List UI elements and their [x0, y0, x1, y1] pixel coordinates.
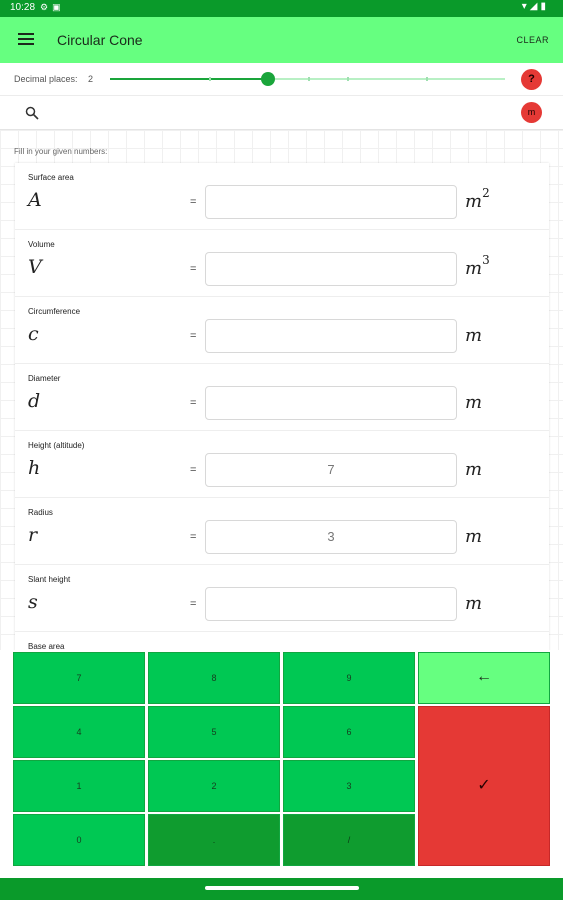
slider-tick — [307, 77, 310, 81]
status-left-icons: ⚙▣ — [40, 2, 65, 13]
slider-tick — [426, 77, 428, 81]
equals-sign: = — [190, 196, 197, 208]
equals-sign: = — [190, 397, 197, 409]
backspace-button[interactable]: ← — [418, 652, 550, 704]
wifi-icon: ▾ — [521, 1, 530, 12]
slider-fill — [110, 78, 268, 80]
key-7[interactable]: 7 — [13, 652, 145, 704]
page-title: Circular Cone — [57, 32, 143, 48]
status-time: 10:28 — [10, 2, 36, 13]
confirm-button[interactable]: ✓ — [418, 706, 550, 866]
check-icon: ✓ — [477, 777, 491, 794]
app-bar: Circular Cone CLEAR — [0, 17, 563, 63]
equals-sign: = — [190, 464, 197, 476]
key-3[interactable]: 3 — [283, 760, 415, 812]
key-8[interactable]: 8 — [148, 652, 280, 704]
field-surface-area: Surface area A = m2 — [15, 163, 549, 230]
gear-icon: ⚙ — [40, 2, 53, 12]
field-unit: m2 — [465, 186, 490, 212]
volume-input[interactable] — [205, 252, 457, 286]
signal-icon: ◢ — [529, 1, 541, 12]
field-symbol: c — [28, 323, 39, 345]
field-height: Height (altitude) h = 7 m — [15, 431, 549, 498]
field-label: Circumference — [28, 307, 81, 316]
keypad: 7 8 9 ← 4 5 6 1 2 3 ✓ 0 . / — [0, 650, 563, 878]
key-decimal-point[interactable]: . — [148, 814, 280, 866]
status-bar: 10:28 ⚙▣ ▾◢▮ — [0, 0, 563, 17]
equals-sign: = — [190, 598, 197, 610]
key-9[interactable]: 9 — [283, 652, 415, 704]
field-symbol: A — [28, 189, 42, 211]
status-right-icons: ▾◢▮ — [522, 1, 549, 12]
backspace-icon: ← — [476, 668, 492, 685]
field-symbol: d — [28, 390, 41, 412]
field-unit: m — [465, 526, 483, 547]
field-label: Volume — [28, 240, 55, 249]
height-input[interactable]: 7 — [205, 453, 457, 487]
hint-text: Fill in your given numbers: — [14, 147, 108, 156]
search-icon[interactable] — [25, 106, 39, 120]
menu-icon[interactable] — [18, 33, 34, 47]
field-symbol: h — [28, 457, 41, 479]
field-symbol: V — [28, 256, 42, 278]
search-row[interactable]: m — [0, 96, 563, 130]
key-5[interactable]: 5 — [148, 706, 280, 758]
battery-icon: ▮ — [540, 1, 549, 12]
slider-thumb[interactable] — [261, 72, 275, 86]
decimal-places-slider[interactable] — [110, 72, 505, 86]
help-button[interactable]: ? — [521, 69, 542, 90]
slant-height-input[interactable] — [205, 587, 457, 621]
unit-button[interactable]: m — [521, 102, 542, 123]
field-base-area: Base area — [15, 632, 549, 651]
field-circumference: Circumference c = m — [15, 297, 549, 364]
field-symbol: r — [28, 524, 38, 546]
decimal-places-label: Decimal places: — [14, 74, 78, 84]
field-unit: m — [465, 593, 483, 614]
clear-button[interactable]: CLEAR — [516, 35, 549, 45]
field-label: Height (altitude) — [28, 441, 85, 450]
field-label: Diameter — [28, 374, 61, 383]
key-6[interactable]: 6 — [283, 706, 415, 758]
home-handle[interactable] — [205, 886, 359, 890]
slider-tick — [208, 77, 211, 81]
field-unit: m — [465, 392, 483, 413]
navigation-bar — [0, 878, 563, 900]
decimal-places-value: 2 — [88, 74, 94, 84]
key-0[interactable]: 0 — [13, 814, 145, 866]
field-label: Surface area — [28, 173, 74, 182]
surface-area-input[interactable] — [205, 185, 457, 219]
notification-icon: ▣ — [52, 2, 65, 12]
field-radius: Radius r = 3 m — [15, 498, 549, 565]
field-diameter: Diameter d = m — [15, 364, 549, 431]
key-2[interactable]: 2 — [148, 760, 280, 812]
equals-sign: = — [190, 330, 197, 342]
field-symbol: s — [28, 591, 38, 613]
diameter-input[interactable] — [205, 386, 457, 420]
field-slant-height: Slant height s = m — [15, 565, 549, 632]
field-unit: m — [465, 325, 483, 346]
field-label: Radius — [28, 508, 53, 517]
field-volume: Volume V = m3 — [15, 230, 549, 297]
fields-card: Surface area A = m2 Volume V = m3 Circum… — [15, 163, 549, 651]
slider-tick — [347, 77, 349, 81]
key-divide[interactable]: / — [283, 814, 415, 866]
field-unit: m — [465, 459, 483, 480]
key-4[interactable]: 4 — [13, 706, 145, 758]
circumference-input[interactable] — [205, 319, 457, 353]
radius-input[interactable]: 3 — [205, 520, 457, 554]
equals-sign: = — [190, 263, 197, 275]
key-1[interactable]: 1 — [13, 760, 145, 812]
decimal-places-row: Decimal places: 2 ? — [0, 63, 563, 96]
field-unit: m3 — [465, 253, 490, 279]
equals-sign: = — [190, 531, 197, 543]
field-label: Slant height — [28, 575, 71, 584]
